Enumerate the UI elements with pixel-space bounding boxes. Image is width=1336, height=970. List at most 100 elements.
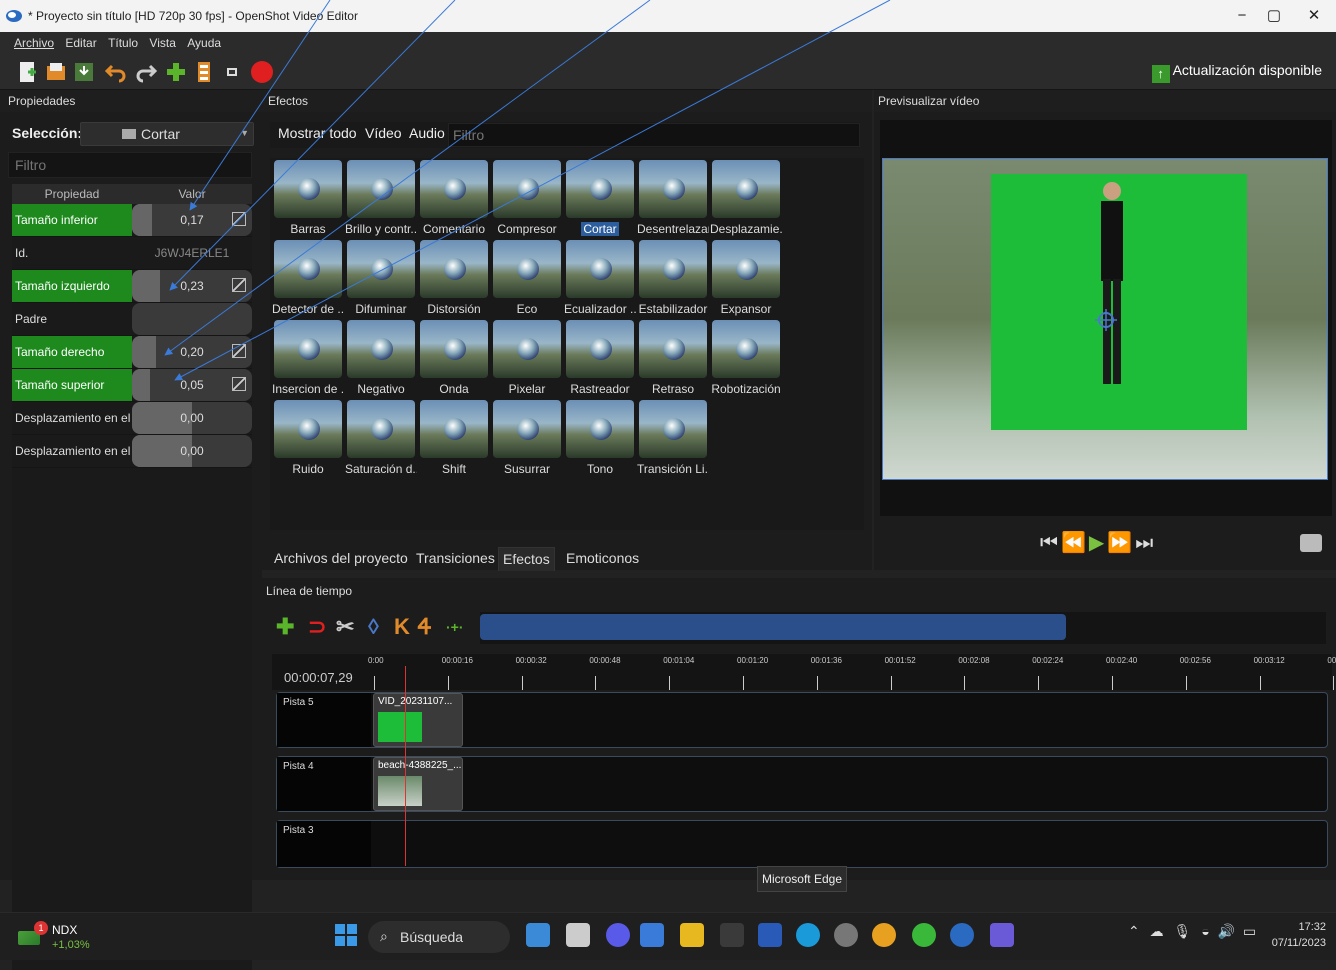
import-files-icon[interactable]: [164, 60, 188, 84]
effect-item[interactable]: Shift: [418, 400, 490, 478]
keyframe-icon[interactable]: [232, 377, 246, 391]
tab-show-all[interactable]: Mostrar todo: [278, 125, 357, 141]
new-project-icon[interactable]: [16, 60, 40, 84]
effects-filter-input[interactable]: [449, 124, 859, 146]
effect-item[interactable]: Brillo y contr...: [345, 160, 417, 238]
effect-item[interactable]: Comentario: [418, 160, 490, 238]
clip-beach[interactable]: beach-4388225_...: [373, 757, 463, 811]
keyframe-icon[interactable]: [232, 212, 246, 226]
menu-vista[interactable]: Vista: [145, 32, 179, 52]
chevron-up-icon[interactable]: ⌃: [1128, 923, 1140, 939]
track-pista-5[interactable]: Pista 5 VID_20231107...: [276, 692, 1328, 748]
close-button[interactable]: ✕: [1294, 4, 1334, 28]
windows-start-icon[interactable]: [334, 923, 358, 947]
menu-archivo[interactable]: Archivo: [10, 32, 58, 52]
edge-icon[interactable]: [796, 923, 820, 947]
effect-item[interactable]: Saturación d...: [345, 400, 417, 478]
effects-filter-box[interactable]: [448, 123, 860, 147]
effect-item[interactable]: Compresor: [491, 160, 563, 238]
effect-item[interactable]: Expansor: [710, 240, 782, 318]
property-value[interactable]: 0,00: [132, 435, 252, 467]
chrome-icon[interactable]: [872, 923, 896, 947]
timeline-ruler[interactable]: 00:00:07,29 0:00 00:00:16 00:00:32 00:00:48…: [272, 654, 1336, 690]
property-row[interactable]: Tamaño inferior 0,17: [12, 204, 252, 237]
teams-icon[interactable]: [606, 923, 630, 947]
clip-vid[interactable]: VID_20231107...: [373, 693, 463, 747]
menu-ayuda[interactable]: Ayuda: [183, 32, 225, 52]
effect-item[interactable]: Difuminar: [345, 240, 417, 318]
playhead[interactable]: [405, 666, 406, 866]
update-available-button[interactable]: ↑ Actualización disponible: [1151, 62, 1322, 83]
tab-transitions[interactable]: Transiciones: [412, 547, 499, 571]
snapping-icon[interactable]: ⊃: [308, 616, 326, 638]
jump-start-icon[interactable]: ⏮: [1040, 532, 1059, 555]
property-value[interactable]: 0,20: [132, 336, 252, 368]
chrome-profile-icon[interactable]: [912, 923, 936, 947]
header-value[interactable]: Valor: [132, 184, 252, 204]
effect-item[interactable]: Cortar: [564, 160, 636, 238]
header-property[interactable]: Propiedad: [12, 184, 132, 204]
property-row[interactable]: Desplazamiento en el ... 0,00: [12, 435, 252, 468]
track-pista-4[interactable]: Pista 4 beach-4388225_...: [276, 756, 1328, 812]
file-explorer-icon[interactable]: [680, 923, 704, 947]
keyframe-icon[interactable]: [232, 278, 246, 292]
add-marker-icon[interactable]: ◊: [368, 616, 379, 638]
timeline-zoom-bar[interactable]: [480, 612, 1326, 644]
property-value[interactable]: 0,17: [132, 204, 252, 236]
keyframe-icon[interactable]: [232, 344, 246, 358]
menu-titulo[interactable]: Título: [104, 32, 142, 52]
teams-work-icon[interactable]: [990, 923, 1014, 947]
export-video-icon[interactable]: [250, 60, 274, 84]
property-row[interactable]: Padre: [12, 303, 252, 336]
property-row[interactable]: Tamaño izquierdo 0,23: [12, 270, 252, 303]
video-frame[interactable]: [882, 158, 1328, 480]
tab-video[interactable]: Vídeo: [365, 125, 402, 141]
media-app-icon[interactable]: [640, 923, 664, 947]
taskbar-search[interactable]: ⌕ Búsqueda: [368, 921, 510, 953]
razor-icon[interactable]: ✂: [336, 616, 354, 638]
properties-filter-input[interactable]: [9, 153, 251, 177]
camera-icon[interactable]: [1300, 534, 1322, 552]
effect-item[interactable]: Detector de ...: [272, 240, 344, 318]
property-value[interactable]: J6WJ4ERLE1: [132, 237, 252, 269]
property-row[interactable]: Tamaño superior 0,05: [12, 369, 252, 402]
rewind-icon[interactable]: ⏪: [1061, 530, 1087, 555]
app-icon[interactable]: [834, 923, 858, 947]
save-project-icon[interactable]: [72, 60, 96, 84]
track-pista-3[interactable]: Pista 3: [276, 820, 1328, 868]
effect-item[interactable]: Desentrelazar: [637, 160, 709, 238]
previous-marker-icon[interactable]: K: [394, 616, 410, 638]
crosshair-icon[interactable]: [1095, 309, 1117, 331]
profile-icon[interactable]: [192, 60, 216, 84]
stock-widget[interactable]: 1 NDX +1,03%: [18, 921, 108, 953]
property-row[interactable]: Tamaño derecho 0,20: [12, 336, 252, 369]
chat-app-icon[interactable]: [526, 923, 550, 947]
fast-forward-icon[interactable]: ⏩: [1107, 530, 1133, 555]
effect-item[interactable]: Insercion de ...: [272, 320, 344, 398]
property-row[interactable]: Id. J6WJ4ERLE1: [12, 237, 252, 270]
app-icon[interactable]: [720, 923, 744, 947]
clock[interactable]: 17:32 07/11/2023: [1268, 919, 1326, 951]
volume-icon[interactable]: 🔊: [1218, 923, 1235, 939]
jump-end-icon[interactable]: ⏭: [1135, 532, 1154, 555]
timeline-zoom-slider[interactable]: [480, 614, 1066, 640]
effect-item[interactable]: Negativo: [345, 320, 417, 398]
property-value[interactable]: 0,23: [132, 270, 252, 302]
video-preview[interactable]: [880, 120, 1332, 516]
effect-item[interactable]: Pixelar: [491, 320, 563, 398]
property-row[interactable]: Desplazamiento en el ... 0,00: [12, 402, 252, 435]
effect-item[interactable]: Barras: [272, 160, 344, 238]
battery-icon[interactable]: ▭: [1243, 923, 1256, 939]
property-value[interactable]: 0,05: [132, 369, 252, 401]
effect-item[interactable]: Eco: [491, 240, 563, 318]
effect-item[interactable]: Tono: [564, 400, 636, 478]
menu-editar[interactable]: Editar: [61, 32, 100, 52]
effect-item[interactable]: Rastreador: [564, 320, 636, 398]
task-view-icon[interactable]: [566, 923, 590, 947]
effect-item[interactable]: Ecualizador ...: [564, 240, 636, 318]
redo-icon[interactable]: [134, 60, 158, 84]
effect-item[interactable]: Robotización: [710, 320, 782, 398]
effect-item[interactable]: Desplazamie...: [710, 160, 782, 238]
tab-emoticons[interactable]: Emoticonos: [562, 547, 643, 571]
property-value[interactable]: [132, 303, 252, 335]
